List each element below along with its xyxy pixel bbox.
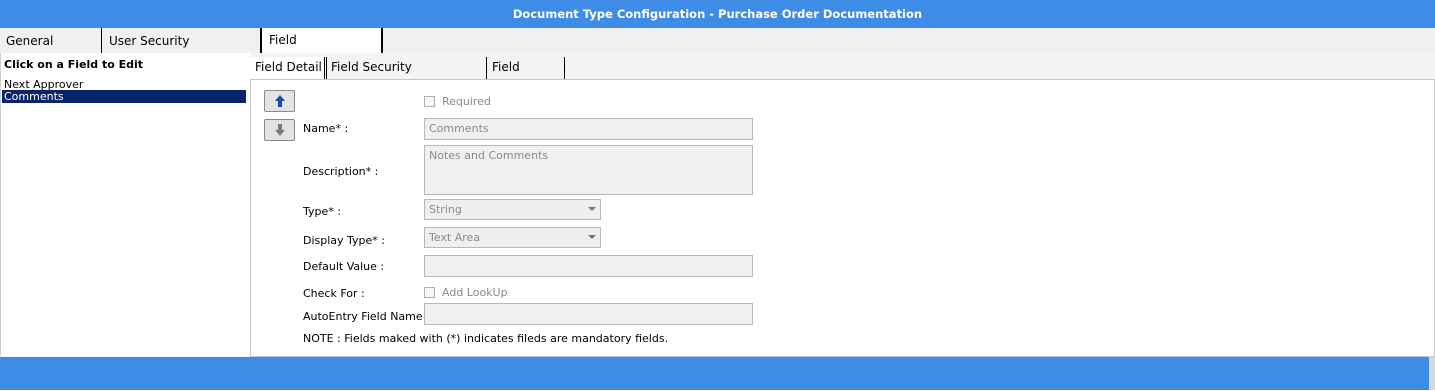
window-title: Document Type Configuration - Purchase O… <box>0 0 1435 28</box>
sub-tab-strip: Field Detail Field Security Configuratio… <box>250 53 1435 94</box>
description-field[interactable]: Notes and Comments <box>424 145 753 195</box>
tab-field-security-configuration[interactable]: Field Security Configuration <box>326 57 487 94</box>
autoentry-field[interactable] <box>424 303 753 325</box>
display-type-label: Display Type* : <box>303 234 386 247</box>
mandatory-note: NOTE : Fields maked with (*) indicates f… <box>303 332 669 345</box>
fields-list-title: Click on a Field to Edit <box>4 58 144 71</box>
required-label: Required <box>442 95 491 108</box>
name-label: Name* : <box>303 122 349 135</box>
default-value-label: Default Value : <box>303 260 385 273</box>
type-select[interactable]: String <box>424 199 601 220</box>
check-for-label: Check For : <box>303 287 365 300</box>
move-up-button[interactable] <box>264 90 295 112</box>
default-value-field[interactable] <box>424 255 753 277</box>
chevron-down-icon <box>588 235 596 239</box>
name-field[interactable]: Comments <box>424 118 753 140</box>
tab-field-configuration[interactable]: Field Configuration <box>261 28 383 71</box>
type-label: Type* : <box>303 205 341 218</box>
type-select-value: String <box>429 203 462 216</box>
arrow-down-icon <box>274 124 285 136</box>
autoentry-label: AutoEntry Field Name : <box>303 310 430 323</box>
tab-user-security-configuration[interactable]: User Security Configuration <box>103 28 261 74</box>
display-type-select[interactable]: Text Area <box>424 227 601 248</box>
status-bar <box>0 357 1429 390</box>
required-checkbox[interactable] <box>424 96 435 107</box>
tab-field-detail[interactable]: Field Detail <box>250 57 325 79</box>
arrow-up-icon <box>274 95 285 107</box>
add-lookup-label: Add LookUp <box>442 286 508 299</box>
add-lookup-checkbox[interactable] <box>424 287 435 298</box>
field-item-comments[interactable]: Comments <box>2 90 246 103</box>
tab-general-settings[interactable]: General Settings <box>0 28 102 74</box>
description-label: Description* : <box>303 165 379 178</box>
move-down-button[interactable] <box>264 119 295 141</box>
status-bar-edge <box>1429 357 1435 390</box>
display-type-select-value: Text Area <box>429 231 481 244</box>
tab-field-events[interactable]: Field Events <box>488 57 565 94</box>
main-tab-strip: General Settings User Security Configura… <box>0 28 1435 74</box>
chevron-down-icon <box>588 207 596 211</box>
